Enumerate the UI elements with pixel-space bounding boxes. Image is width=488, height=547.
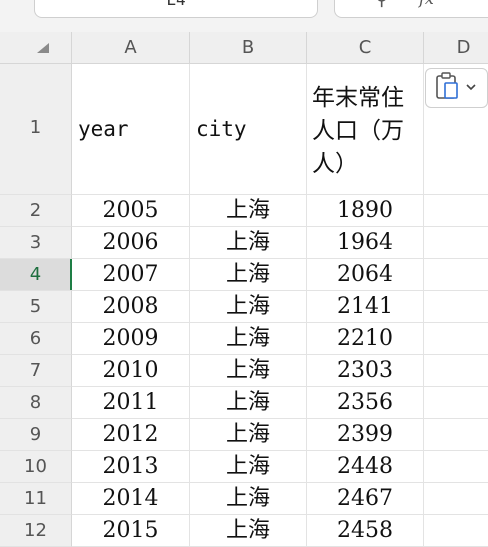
cell-a11[interactable]: 2014 bbox=[72, 483, 190, 515]
chevron-down-icon bbox=[466, 84, 476, 91]
cell-b12[interactable]: 上海 bbox=[190, 515, 307, 547]
row-header-8[interactable]: 8 bbox=[0, 387, 72, 419]
clipboard-icon bbox=[436, 72, 476, 99]
cell-b10[interactable]: 上海 bbox=[190, 451, 307, 483]
cell-b2[interactable]: 上海 bbox=[190, 195, 307, 227]
name-box[interactable]: L4 bbox=[34, 0, 318, 18]
row-header-3[interactable]: 3 bbox=[0, 227, 72, 259]
cell-a2[interactable]: 2005 bbox=[72, 195, 190, 227]
cell-d4[interactable] bbox=[424, 259, 488, 291]
cell-a5[interactable]: 2008 bbox=[72, 291, 190, 323]
name-box-text: L4 bbox=[35, 0, 317, 9]
cell-a6[interactable]: 2009 bbox=[72, 323, 190, 355]
cell-a10[interactable]: 2013 bbox=[72, 451, 190, 483]
search-icon[interactable]: ⚲ bbox=[375, 0, 388, 10]
cell-c10[interactable]: 2448 bbox=[307, 451, 424, 483]
cell-d10[interactable] bbox=[424, 451, 488, 483]
fx-label[interactable]: fx bbox=[419, 0, 434, 8]
cell-b1[interactable]: city bbox=[190, 64, 307, 195]
cell-b7[interactable]: 上海 bbox=[190, 355, 307, 387]
cell-a3[interactable]: 2006 bbox=[72, 227, 190, 259]
cell-a8[interactable]: 2011 bbox=[72, 387, 190, 419]
cell-c12[interactable]: 2458 bbox=[307, 515, 424, 547]
row-header-11[interactable]: 11 bbox=[0, 483, 72, 515]
cell-d8[interactable] bbox=[424, 387, 488, 419]
column-header-b[interactable]: B bbox=[190, 32, 307, 64]
cell-c5[interactable]: 2141 bbox=[307, 291, 424, 323]
cell-c4[interactable]: 2064 bbox=[307, 259, 424, 291]
formula-bar: L4 ⚲ fx bbox=[0, 0, 488, 32]
row-header-1[interactable]: 1 bbox=[0, 64, 72, 195]
row-header-9[interactable]: 9 bbox=[0, 419, 72, 451]
column-header-c[interactable]: C bbox=[307, 32, 424, 64]
cell-c9[interactable]: 2399 bbox=[307, 419, 424, 451]
cell-c6[interactable]: 2210 bbox=[307, 323, 424, 355]
cell-d5[interactable] bbox=[424, 291, 488, 323]
cell-b3[interactable]: 上海 bbox=[190, 227, 307, 259]
cell-a9[interactable]: 2012 bbox=[72, 419, 190, 451]
cell-a7[interactable]: 2010 bbox=[72, 355, 190, 387]
cell-d6[interactable] bbox=[424, 323, 488, 355]
row-header-2[interactable]: 2 bbox=[0, 195, 72, 227]
cell-d7[interactable] bbox=[424, 355, 488, 387]
row-header-10[interactable]: 10 bbox=[0, 451, 72, 483]
spreadsheet-grid: ABCD 1 2 3 4 5 6 7 8 9 10 11 12 year city 年末常住人口（万人） 2… bbox=[0, 32, 488, 547]
cell-d3[interactable] bbox=[424, 227, 488, 259]
select-all-button[interactable] bbox=[0, 32, 72, 64]
cell-c1[interactable]: 年末常住人口（万人） bbox=[307, 64, 424, 195]
cell-b8[interactable]: 上海 bbox=[190, 387, 307, 419]
cell-a12[interactable]: 2015 bbox=[72, 515, 190, 547]
cell-a4[interactable]: 2007 bbox=[72, 259, 190, 291]
cell-d9[interactable] bbox=[424, 419, 488, 451]
row-header-6[interactable]: 6 bbox=[0, 323, 72, 355]
cell-d2[interactable] bbox=[424, 195, 488, 227]
row-header-12[interactable]: 12 bbox=[0, 515, 72, 547]
row-header-4[interactable]: 4 bbox=[0, 259, 72, 291]
cell-c3[interactable]: 1964 bbox=[307, 227, 424, 259]
row-header-5[interactable]: 5 bbox=[0, 291, 72, 323]
cell-c7[interactable]: 2303 bbox=[307, 355, 424, 387]
cell-b9[interactable]: 上海 bbox=[190, 419, 307, 451]
cell-c2[interactable]: 1890 bbox=[307, 195, 424, 227]
cell-b6[interactable]: 上海 bbox=[190, 323, 307, 355]
column-header-a[interactable]: A bbox=[72, 32, 190, 64]
paste-options-button[interactable] bbox=[425, 68, 488, 108]
cell-d12[interactable] bbox=[424, 515, 488, 547]
cell-d11[interactable] bbox=[424, 483, 488, 515]
formula-input[interactable]: ⚲ fx bbox=[334, 0, 488, 18]
select-all-triangle-icon bbox=[37, 43, 49, 53]
cell-b5[interactable]: 上海 bbox=[190, 291, 307, 323]
cell-c8[interactable]: 2356 bbox=[307, 387, 424, 419]
column-header-d[interactable]: D bbox=[424, 32, 488, 64]
cell-b11[interactable]: 上海 bbox=[190, 483, 307, 515]
cell-b4[interactable]: 上海 bbox=[190, 259, 307, 291]
cell-a1[interactable]: year bbox=[72, 64, 190, 195]
cell-c11[interactable]: 2467 bbox=[307, 483, 424, 515]
row-header-7[interactable]: 7 bbox=[0, 355, 72, 387]
